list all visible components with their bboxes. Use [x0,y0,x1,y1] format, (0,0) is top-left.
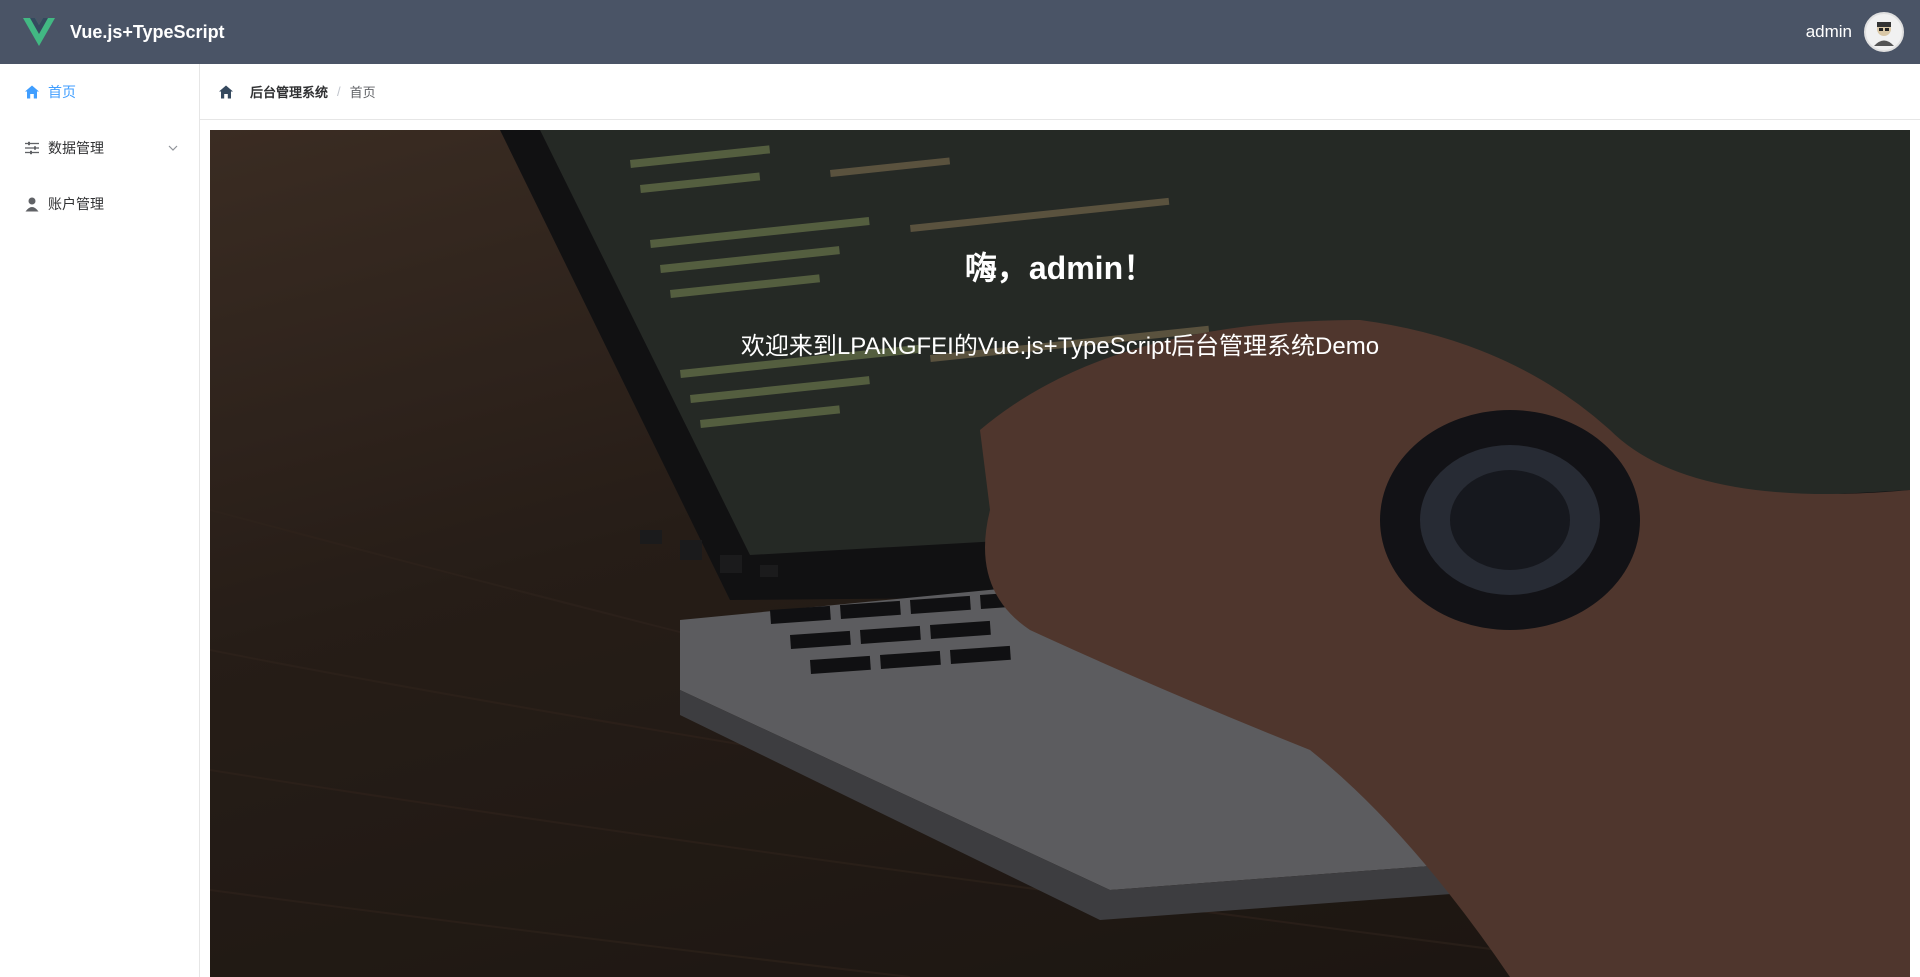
user-name[interactable]: admin [1806,22,1852,42]
user-icon [25,197,39,212]
brand[interactable]: Vue.js+TypeScript [22,15,225,49]
sliders-icon [25,141,39,155]
welcome-title: 嗨，admin！ [964,250,1156,286]
sidebar-item-home[interactable]: 首页 [0,64,199,120]
breadcrumb: 后台管理系统 / 首页 [200,64,1920,120]
sidebar: 首页 数据管理 账户管理 [0,64,200,977]
home-icon[interactable] [218,84,234,100]
home-icon [25,85,39,99]
avatar-image-icon [1874,22,1894,46]
breadcrumb-current: 首页 [349,85,376,100]
sidebar-item-label: 首页 [48,84,76,100]
vue-logo-icon [23,18,55,46]
welcome-subtitle: 欢迎来到LPANGFEI的Vue.js+TypeScript后台管理系统Demo [740,333,1380,360]
welcome-banner: 嗨，admin！ 欢迎来到LPANGFEI的Vue.js+TypeScript后… [210,130,1910,977]
avatar[interactable] [1864,12,1904,52]
sidebar-item-label: 账户管理 [48,196,104,212]
app-title: Vue.js+TypeScript [70,21,225,42]
chevron-down-icon[interactable] [167,142,179,154]
breadcrumb-separator: / [337,84,341,99]
user-menu[interactable]: admin [1806,12,1904,52]
sidebar-item-label: 数据管理 [48,140,104,156]
breadcrumb-root[interactable]: 后台管理系统 [250,82,328,101]
main-content: 后台管理系统 / 首页 嗨，admin！ 欢迎来到LPANGFEI的Vue.js… [200,64,1920,977]
sidebar-item-account-management[interactable]: 账户管理 [0,176,199,232]
sidebar-item-data-management[interactable]: 数据管理 [0,120,199,176]
top-header: Vue.js+TypeScript admin [0,0,1920,64]
